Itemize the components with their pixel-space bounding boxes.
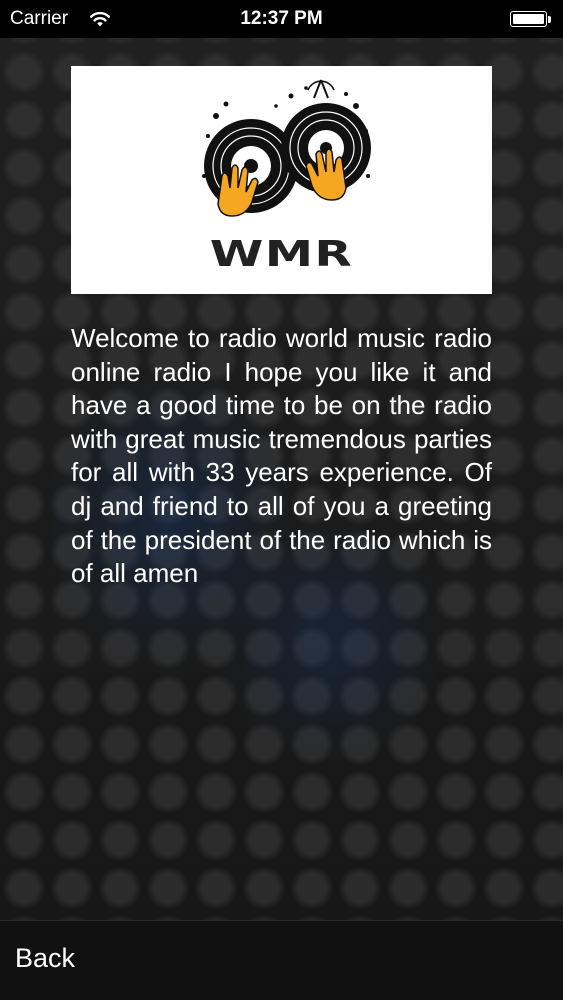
welcome-message: Welcome to radio world music radio onlin… <box>71 323 492 589</box>
clock: 12:37 PM <box>240 8 323 29</box>
bottom-toolbar: Back <box>0 920 563 1000</box>
battery-level-fill <box>513 14 544 24</box>
about-screen: Carrier 12:37 PM WMR Welcome to radio wo… <box>0 0 563 1000</box>
battery-icon <box>510 11 547 27</box>
status-bar: Carrier 12:37 PM <box>0 0 563 38</box>
logo-wordmark: WMR <box>209 234 354 275</box>
battery-tip <box>548 16 551 23</box>
turntable-hands-logo <box>202 79 371 217</box>
logo-banner: WMR <box>71 66 492 294</box>
back-button[interactable]: Back <box>15 943 75 974</box>
